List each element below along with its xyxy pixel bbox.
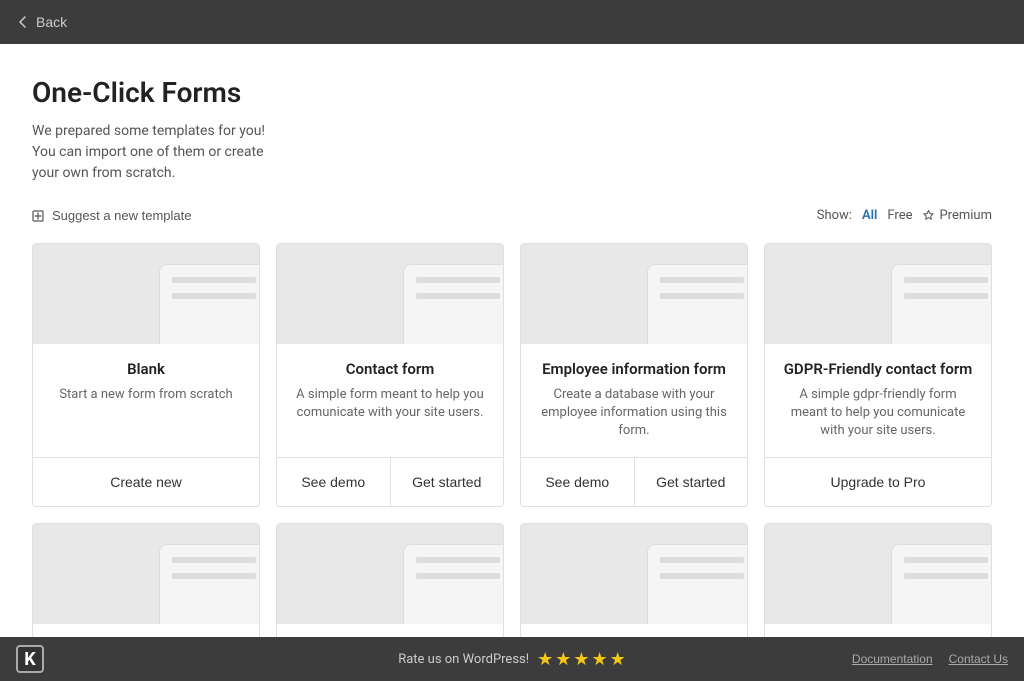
card-preview-blank	[33, 244, 259, 344]
contact-see-demo-button[interactable]: See demo	[277, 458, 391, 506]
star-2: ★	[555, 649, 571, 670]
card-gdpr-form: GDPR-Friendly contact form A simple gdpr…	[764, 243, 992, 507]
employee-see-demo-button[interactable]: See demo	[521, 458, 635, 506]
show-label: Show:	[817, 208, 852, 223]
form-shape	[403, 544, 503, 624]
form-shape	[159, 544, 259, 624]
documentation-link[interactable]: Documentation	[852, 652, 933, 666]
filter-premium-label: Premium	[939, 208, 992, 223]
cards-grid: Blank Start a new form from scratch Crea…	[32, 243, 992, 637]
card-desc-employee: Create a database with your employee inf…	[537, 386, 731, 441]
toolbar: Suggest a new template Show: All Free Pr…	[32, 208, 992, 223]
card-job-application: Job application	[764, 523, 992, 637]
upgrade-to-pro-button[interactable]: Upgrade to Pro	[765, 458, 991, 506]
card-body-contact: Contact form A simple form meant to help…	[277, 344, 503, 458]
bottom-bar: K Rate us on WordPress! ★ ★ ★ ★ ★ Docume…	[0, 637, 1024, 681]
star-5: ★	[610, 649, 626, 670]
card-contact-form: Contact form A simple form meant to help…	[276, 243, 504, 507]
card-body-blank: Blank Start a new form from scratch	[33, 344, 259, 458]
card-body-employee: Employee information form Create a datab…	[521, 344, 747, 458]
star-4: ★	[592, 649, 608, 670]
contact-us-link[interactable]: Contact Us	[949, 652, 1008, 666]
card-preview-gdpr	[765, 244, 991, 344]
card-preview-art	[521, 524, 747, 624]
logo: K	[16, 645, 44, 673]
employee-get-started-button[interactable]: Get started	[635, 458, 748, 506]
form-shape	[891, 264, 991, 344]
card-art-contest: Art contest	[520, 523, 748, 637]
card-blank: Blank Start a new form from scratch Crea…	[32, 243, 260, 507]
contact-get-started-button[interactable]: Get started	[391, 458, 504, 506]
create-new-button[interactable]: Create new	[33, 458, 259, 506]
card-title-gdpr: GDPR-Friendly contact form	[781, 360, 975, 378]
rate-text: Rate us on WordPress!	[398, 652, 529, 667]
back-label: Back	[36, 14, 67, 30]
main-content: One-Click Forms We prepared some templat…	[0, 44, 1024, 637]
form-shape	[403, 264, 503, 344]
show-filter: Show: All Free Premium	[817, 208, 992, 223]
card-preview-contact	[277, 244, 503, 344]
star-outline-icon	[922, 209, 935, 222]
card-appointment-form: Appointment form	[32, 523, 260, 637]
card-body-art: Art contest	[521, 624, 747, 637]
filter-free[interactable]: Free	[887, 208, 912, 223]
star-1: ★	[537, 649, 553, 670]
page-title: One-Click Forms	[32, 76, 992, 109]
card-title-blank: Blank	[49, 360, 243, 378]
bottom-links: Documentation Contact Us	[852, 652, 1008, 666]
card-feedback-form: Customer feedback form	[276, 523, 504, 637]
card-title-contact: Contact form	[293, 360, 487, 378]
card-title-employee: Employee information form	[537, 360, 731, 378]
suggest-label: Suggest a new template	[52, 208, 191, 223]
card-actions-gdpr: Upgrade to Pro	[765, 458, 991, 506]
card-preview-feedback	[277, 524, 503, 624]
card-desc-blank: Start a new form from scratch	[49, 386, 243, 404]
back-button[interactable]: Back	[16, 14, 67, 30]
filter-premium[interactable]: Premium	[922, 208, 992, 223]
suggest-icon	[32, 209, 46, 223]
page-subtitle: We prepared some templates for you! You …	[32, 121, 292, 184]
back-icon	[16, 15, 30, 29]
form-shape	[891, 544, 991, 624]
card-desc-gdpr: A simple gdpr-friendly form meant to hel…	[781, 386, 975, 441]
card-preview-job	[765, 524, 991, 624]
card-body-job: Job application	[765, 624, 991, 637]
filter-all[interactable]: All	[862, 208, 877, 223]
top-bar: Back	[0, 0, 1024, 44]
form-shape	[647, 264, 747, 344]
form-shape	[647, 544, 747, 624]
card-actions-employee: See demo Get started	[521, 458, 747, 506]
card-preview-employee	[521, 244, 747, 344]
star-3: ★	[573, 649, 589, 670]
card-body-gdpr: GDPR-Friendly contact form A simple gdpr…	[765, 344, 991, 458]
suggest-button[interactable]: Suggest a new template	[32, 208, 191, 223]
bottom-center: Rate us on WordPress! ★ ★ ★ ★ ★	[398, 649, 626, 670]
card-body-feedback: Customer feedback form	[277, 624, 503, 637]
card-employee-form: Employee information form Create a datab…	[520, 243, 748, 507]
card-preview-appointment	[33, 524, 259, 624]
stars: ★ ★ ★ ★ ★	[537, 649, 626, 670]
card-actions-contact: See demo Get started	[277, 458, 503, 506]
form-shape	[159, 264, 259, 344]
card-body-appointment: Appointment form	[33, 624, 259, 637]
card-desc-contact: A simple form meant to help you comunica…	[293, 386, 487, 422]
card-actions-blank: Create new	[33, 458, 259, 506]
